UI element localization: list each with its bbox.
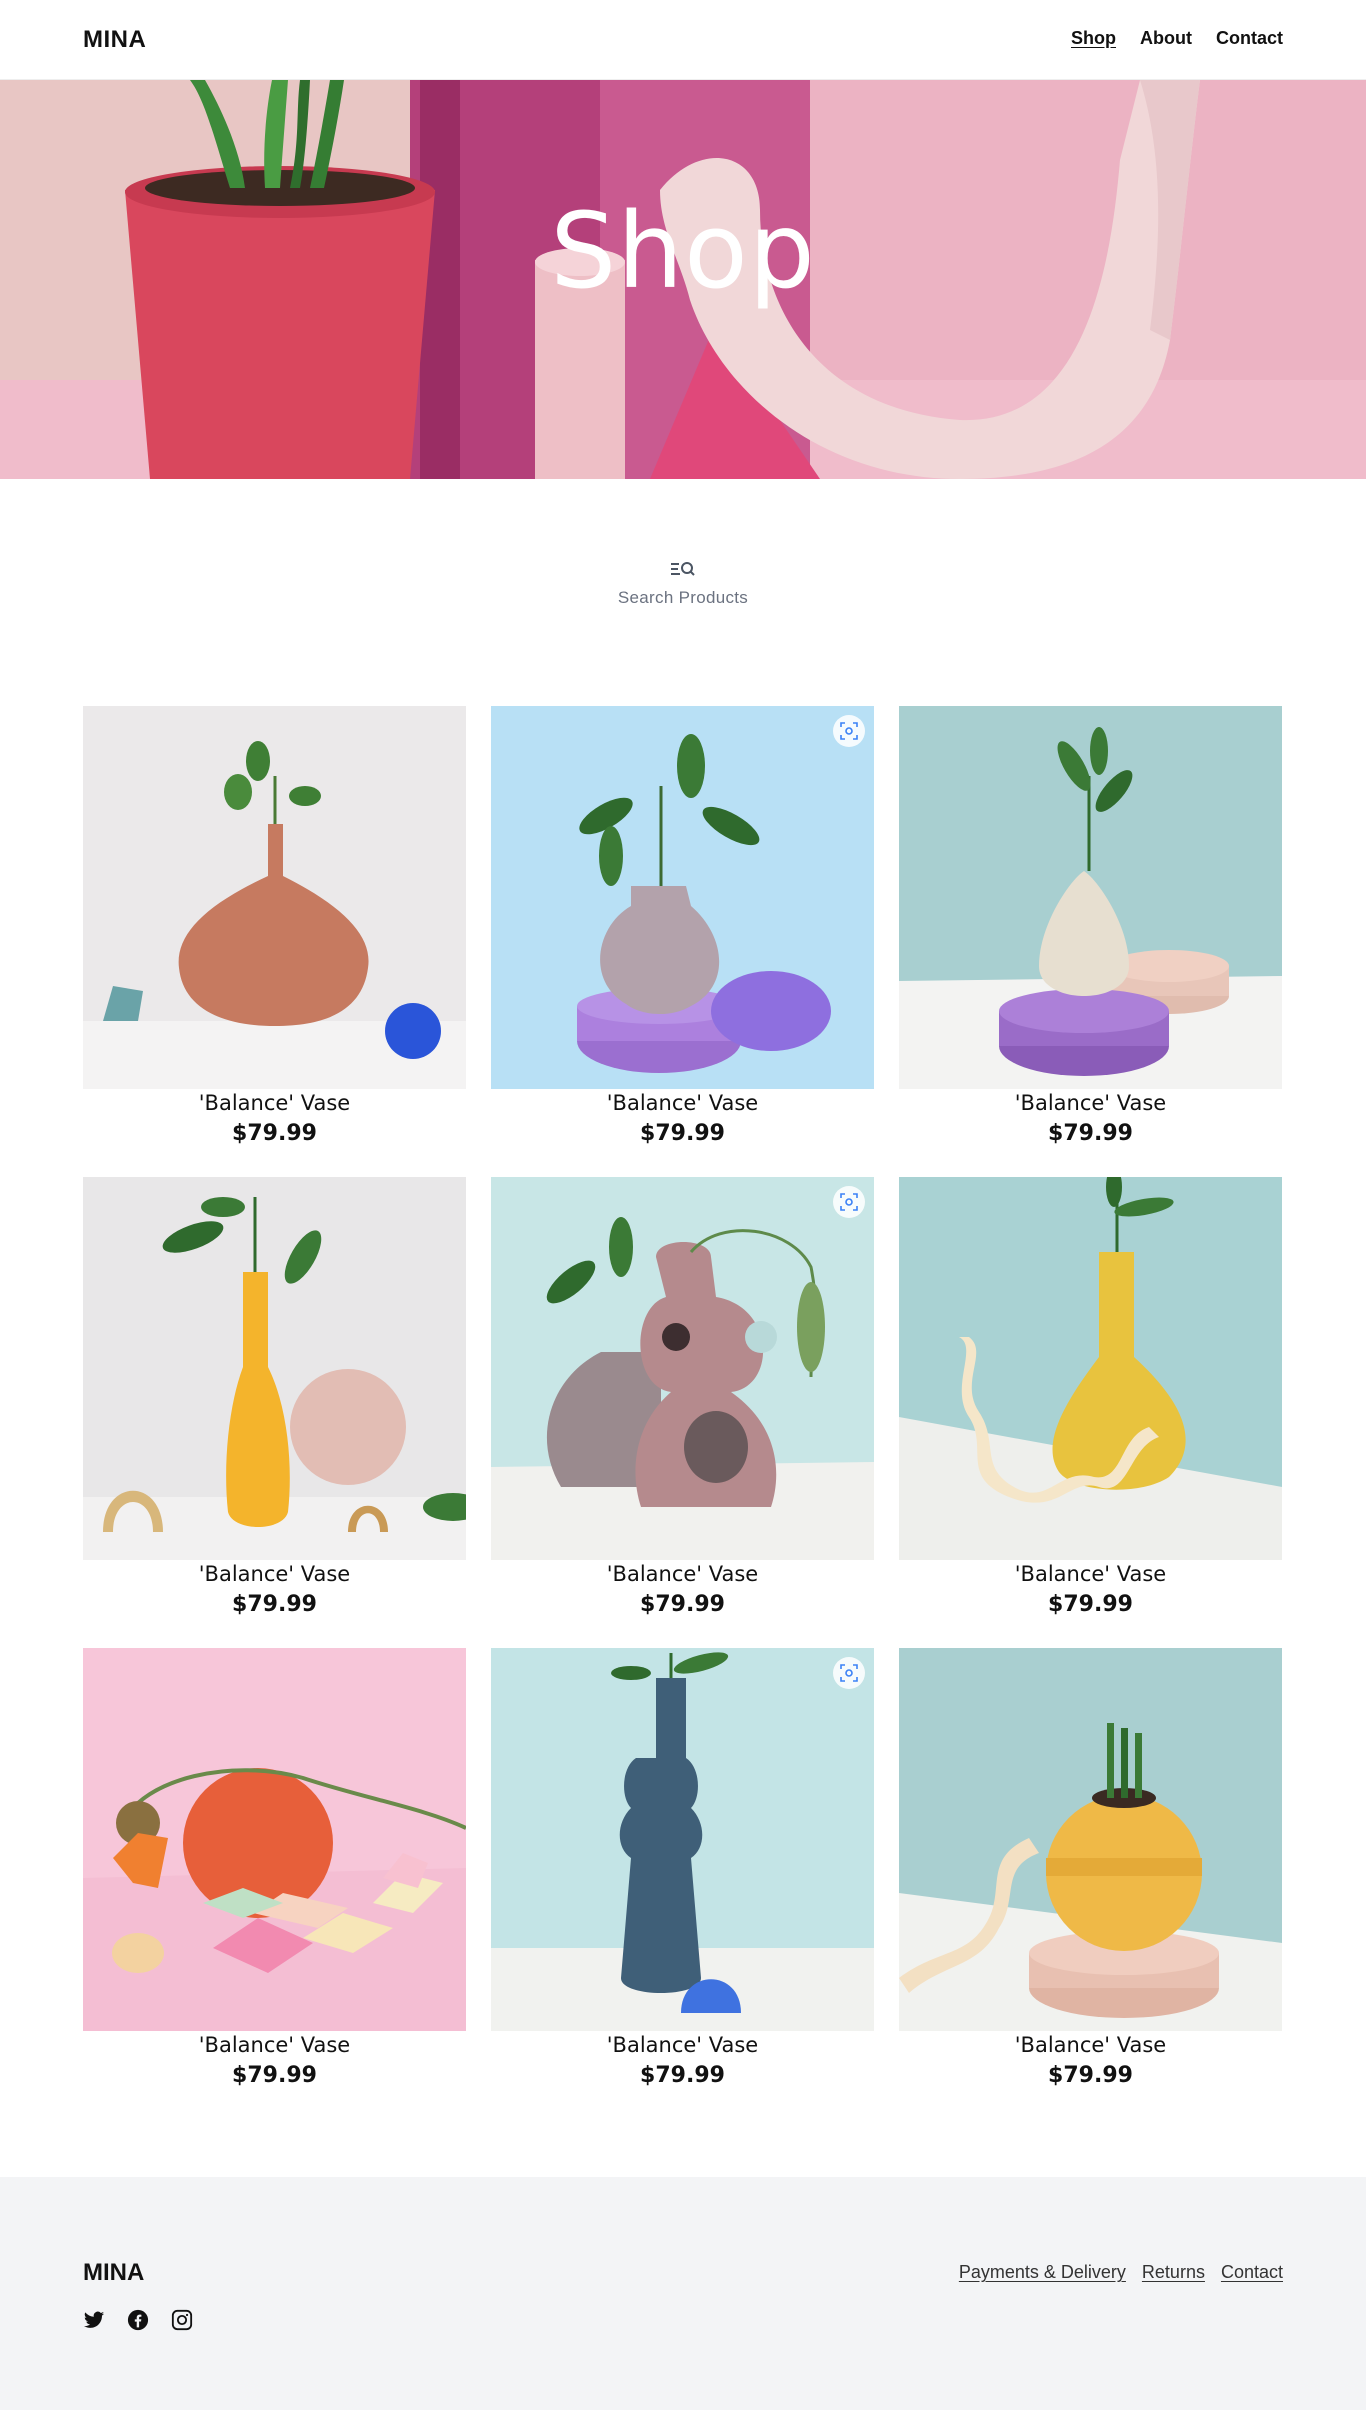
- search-list-icon: [669, 558, 697, 580]
- product-card[interactable]: 'Balance' Vase $79.99: [899, 1177, 1282, 1648]
- product-name[interactable]: 'Balance' Vase: [83, 1091, 466, 1115]
- footer-brand[interactable]: MINA: [83, 2259, 144, 2287]
- footer-links: Payments & Delivery Returns Contact: [959, 2262, 1283, 2283]
- product-image[interactable]: [83, 706, 466, 1089]
- product-card[interactable]: 'Balance' Vase $79.99: [491, 1177, 874, 1648]
- product-image[interactable]: [491, 1177, 874, 1560]
- product-price: $79.99: [232, 1121, 317, 1146]
- product-price: $79.99: [232, 2063, 317, 2088]
- product-image[interactable]: [83, 1648, 466, 2031]
- product-image[interactable]: [83, 1177, 466, 1560]
- product-name[interactable]: 'Balance' Vase: [491, 1091, 874, 1115]
- product-card[interactable]: 'Balance' Vase $79.99: [899, 706, 1282, 1177]
- page-title: Shop: [550, 190, 816, 312]
- product-price: $79.99: [640, 2063, 725, 2088]
- product-name[interactable]: 'Balance' Vase: [83, 1562, 466, 1586]
- nav-shop[interactable]: Shop: [1071, 28, 1116, 49]
- product-name[interactable]: 'Balance' Vase: [899, 1091, 1282, 1115]
- nav-about[interactable]: About: [1140, 28, 1192, 49]
- product-name[interactable]: 'Balance' Vase: [491, 1562, 874, 1586]
- product-image[interactable]: [491, 706, 874, 1089]
- product-grid: 'Balance' Vase $79.99 'Balance' Vase $79…: [83, 706, 1283, 2119]
- product-price: $79.99: [1048, 2063, 1133, 2088]
- product-price: $79.99: [1048, 1592, 1133, 1617]
- twitter-icon[interactable]: [83, 2309, 105, 2331]
- product-price: $79.99: [232, 1592, 317, 1617]
- product-name[interactable]: 'Balance' Vase: [491, 2033, 874, 2057]
- search-products[interactable]: Search Products: [533, 558, 833, 628]
- site-footer: MINA Payments & Delivery Returns Contact: [0, 2177, 1366, 2410]
- footer-link-contact[interactable]: Contact: [1221, 2262, 1283, 2283]
- product-image[interactable]: [491, 1648, 874, 2031]
- product-card[interactable]: 'Balance' Vase $79.99: [899, 1648, 1282, 2119]
- product-card[interactable]: 'Balance' Vase $79.99: [491, 1648, 874, 2119]
- product-name[interactable]: 'Balance' Vase: [899, 2033, 1282, 2057]
- site-header: MINA Shop About Contact: [0, 0, 1366, 80]
- quick-view-icon[interactable]: [833, 1186, 865, 1218]
- product-card[interactable]: 'Balance' Vase $79.99: [83, 1177, 466, 1648]
- product-price: $79.99: [640, 1121, 725, 1146]
- footer-link-payments[interactable]: Payments & Delivery: [959, 2262, 1126, 2283]
- search-label: Search Products: [617, 588, 749, 607]
- product-image[interactable]: [899, 1177, 1282, 1560]
- product-name[interactable]: 'Balance' Vase: [83, 2033, 466, 2057]
- product-card[interactable]: 'Balance' Vase $79.99: [83, 706, 466, 1177]
- nav-contact[interactable]: Contact: [1216, 28, 1283, 49]
- social-links: [83, 2309, 193, 2331]
- quick-view-icon[interactable]: [833, 715, 865, 747]
- product-name[interactable]: 'Balance' Vase: [899, 1562, 1282, 1586]
- product-price: $79.99: [640, 1592, 725, 1617]
- product-image[interactable]: [899, 706, 1282, 1089]
- product-card[interactable]: 'Balance' Vase $79.99: [491, 706, 874, 1177]
- hero-banner: Shop: [0, 80, 1366, 479]
- product-image[interactable]: [899, 1648, 1282, 2031]
- brand-logo[interactable]: MINA: [83, 26, 146, 54]
- quick-view-icon[interactable]: [833, 1657, 865, 1689]
- facebook-icon[interactable]: [127, 2309, 149, 2331]
- instagram-icon[interactable]: [171, 2309, 193, 2331]
- footer-link-returns[interactable]: Returns: [1142, 2262, 1205, 2283]
- main-nav: Shop About Contact: [1071, 28, 1283, 49]
- product-price: $79.99: [1048, 1121, 1133, 1146]
- product-card[interactable]: 'Balance' Vase $79.99: [83, 1648, 466, 2119]
